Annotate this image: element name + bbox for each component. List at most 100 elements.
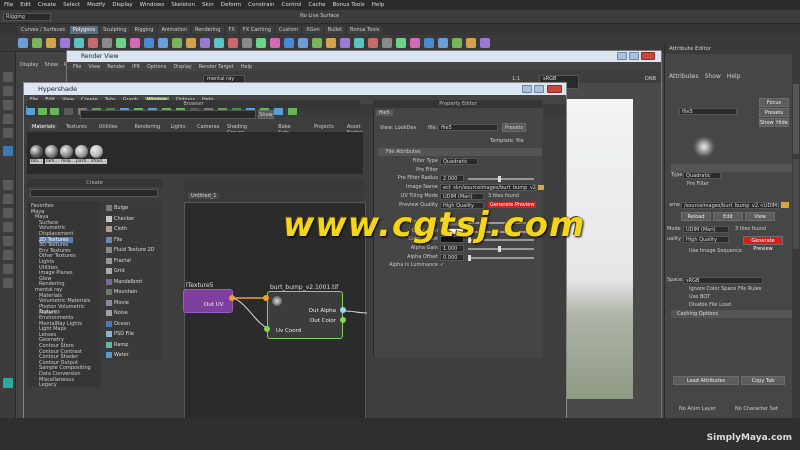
ae-use-bot[interactable]: Use BOT — [689, 294, 710, 300]
menu-deform[interactable]: Deform — [221, 2, 241, 8]
shelf-tool-icon[interactable] — [144, 38, 154, 48]
shelf-tool-icon[interactable] — [60, 38, 70, 48]
pe-folder-icon[interactable] — [538, 185, 544, 191]
hypershade-titlebar[interactable]: Hypershade — [24, 83, 566, 95]
ae-menu-attributes[interactable]: Attributes — [669, 73, 699, 80]
ae-uv-mode-dropdown[interactable]: UDIM (Mari) — [683, 226, 729, 233]
pe-slider-track[interactable] — [468, 178, 534, 181]
pe-node-name-field[interactable]: file5 — [438, 124, 498, 131]
shelf-tool-icon[interactable] — [46, 38, 56, 48]
menu-bonus-tools[interactable]: Bonus Tools — [333, 2, 365, 8]
shelf-tab-custom[interactable]: Custom — [275, 25, 302, 34]
pe-tab[interactable]: file5 — [376, 110, 393, 116]
layout-side-icon[interactable] — [3, 208, 13, 218]
menu-modify[interactable]: Modify — [87, 2, 105, 8]
shelf-tool-icon[interactable] — [256, 38, 266, 48]
material-swatch-icon[interactable] — [75, 145, 88, 158]
ae-edit-button[interactable]: Edit — [713, 212, 743, 221]
pe-slider-knob[interactable] — [468, 254, 471, 261]
ae-show-button[interactable]: Show — [759, 118, 774, 127]
ae-load-attributes-button[interactable]: Load Attributes — [673, 376, 739, 385]
menu-control[interactable]: Control — [282, 2, 302, 8]
layout-persp-icon[interactable] — [3, 222, 13, 232]
shelf-tool-icon[interactable] — [298, 38, 308, 48]
close-icon[interactable] — [641, 52, 655, 60]
material-swatch-icon[interactable] — [45, 145, 58, 158]
shelf-tool-icon[interactable] — [368, 38, 378, 48]
anim-layer-label[interactable]: No Anim Layer — [679, 406, 716, 412]
create-node-item[interactable]: Noise — [106, 310, 128, 316]
file-out-alpha-port[interactable] — [340, 307, 346, 313]
folder-icon[interactable] — [781, 202, 789, 208]
browser-tab-cameras[interactable]: Cameras — [197, 124, 219, 130]
browser-tab-rendering[interactable]: Rendering — [135, 124, 161, 130]
viewport-menu-display[interactable]: Display — [20, 62, 38, 71]
create-node-item[interactable]: Movie — [106, 299, 129, 306]
menu-display[interactable]: Display — [112, 2, 132, 8]
menu-file[interactable]: File — [4, 2, 13, 8]
file-node[interactable]: burt_bump_v2.1001.tif Out Alpha Out Colo… — [267, 284, 343, 339]
ae-disable-file-load[interactable]: Disable File Load — [689, 302, 731, 308]
pe-number-field[interactable]: 2.000 — [440, 175, 464, 183]
material-swatch-icon[interactable] — [60, 145, 73, 158]
shelf-tool-icon[interactable] — [74, 38, 84, 48]
pe-presets-button[interactable]: Presets — [502, 123, 526, 132]
char-set-label[interactable]: No Character Set — [735, 406, 778, 412]
create-node-item[interactable]: Fractal — [106, 257, 131, 264]
layout-outliner-icon[interactable] — [3, 236, 13, 246]
pe-dropdown[interactable]: UDIM (Mari) — [440, 192, 484, 200]
shelf-tool-icon[interactable] — [410, 38, 420, 48]
pe-slider-track[interactable] — [468, 256, 534, 259]
shelf-tool-icon[interactable] — [466, 38, 476, 48]
menu-create[interactable]: Create — [38, 2, 56, 8]
create-node-item[interactable]: Checker — [106, 215, 134, 222]
create-search-field[interactable] — [30, 189, 158, 197]
shelf-tab-curves-surfaces[interactable]: Curves / Surfaces — [18, 25, 68, 34]
shelf-tool-icon[interactable] — [214, 38, 224, 48]
ae-image-path-field[interactable]: /sourceimages/burt_bump_v2.<UDIM>.tif — [681, 202, 779, 209]
ae-caching-options[interactable]: Caching Options — [671, 310, 793, 318]
ae-ignore-colorspace[interactable]: Ignore Color Space File Rules — [689, 286, 761, 292]
shelf-tool-icon[interactable] — [228, 38, 238, 48]
menu-windows[interactable]: Windows — [140, 2, 165, 8]
rv-menu-ipr[interactable]: IPR — [132, 64, 140, 70]
place2d-out-port[interactable] — [229, 295, 235, 301]
ae-section-file-attributes[interactable] — [671, 164, 793, 172]
menu-help[interactable]: Help — [372, 2, 385, 8]
rv-menu-render-target[interactable]: Render Target — [199, 64, 234, 70]
ae-menu-show[interactable]: Show — [705, 73, 721, 80]
hs-maximize-icon[interactable] — [534, 85, 544, 93]
file-out-color-port[interactable] — [340, 317, 346, 323]
ae-focus-button[interactable]: Focus — [759, 98, 789, 107]
pe-section-file-attributes[interactable]: File Attributes — [378, 148, 542, 156]
browser-search-field[interactable] — [80, 110, 256, 119]
browser-tab-lights[interactable]: Lights — [171, 124, 186, 130]
pe-number-field[interactable]: 0.000 — [440, 253, 464, 261]
layout-graph-icon[interactable] — [3, 250, 13, 260]
minimize-icon[interactable] — [617, 52, 627, 60]
create-category-item[interactable]: Legacy — [39, 382, 57, 388]
menu-cache[interactable]: Cache — [308, 2, 325, 8]
shelf-tool-icon[interactable] — [424, 38, 434, 48]
lasso-tool-icon[interactable] — [3, 86, 13, 96]
rv-menu-options[interactable]: Options — [147, 64, 166, 70]
menu-constrain[interactable]: Constrain — [248, 2, 274, 8]
shelf-tab-polygons[interactable]: Polygons — [69, 25, 99, 34]
rv-menu-view[interactable]: View — [88, 64, 100, 70]
browser-tab-materials[interactable]: Materials — [30, 124, 57, 130]
browser-show-button[interactable]: Show — [258, 110, 274, 119]
rv-menu-file[interactable]: File — [73, 64, 81, 70]
create-node-item[interactable]: Ramp — [106, 341, 128, 348]
shelf-tab-sculpting[interactable]: Sculpting — [100, 25, 130, 34]
shelf-tool-icon[interactable] — [242, 38, 252, 48]
ae-menu-help[interactable]: Help — [727, 73, 741, 80]
shelf-tool-icon[interactable] — [186, 38, 196, 48]
create-node-item[interactable]: PSD File — [106, 331, 134, 337]
shelf-tool-icon[interactable] — [340, 38, 350, 48]
ae-use-image-sequence[interactable]: Use Image Sequence — [689, 248, 742, 254]
ae-node-field[interactable]: file5 — [679, 108, 737, 115]
shelf-tool-icon[interactable] — [284, 38, 294, 48]
shelf-tool-icon[interactable] — [116, 38, 126, 48]
side-tab-channel-box[interactable] — [793, 159, 799, 249]
move-tool-icon[interactable] — [3, 114, 13, 124]
